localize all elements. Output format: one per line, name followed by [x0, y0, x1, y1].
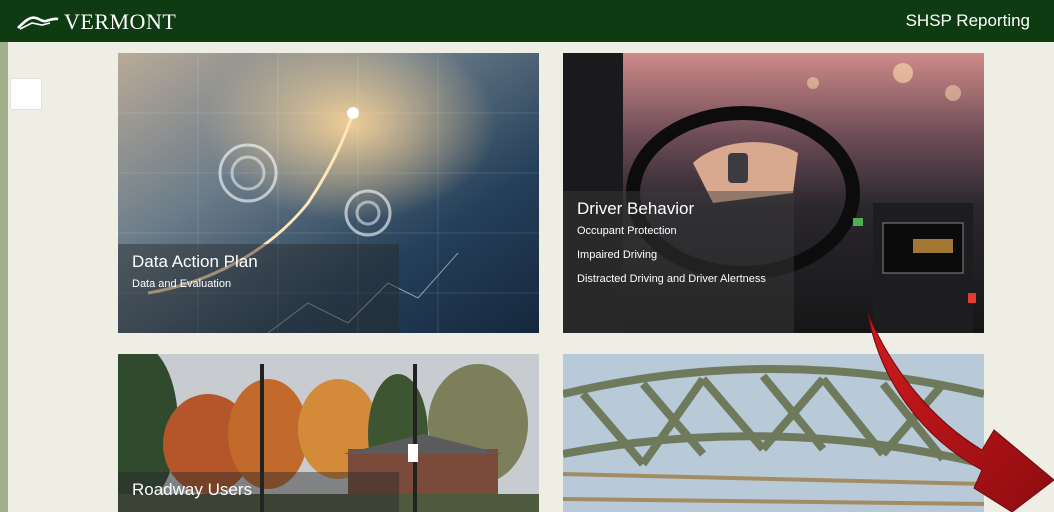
red-arrow-annotation	[867, 313, 1054, 512]
tile-title[interactable]: Data Action Plan	[132, 252, 385, 272]
tile-driver-behavior[interactable]: Driver Behavior Occupant Protection Impa…	[563, 53, 984, 333]
link-impaired-driving[interactable]: Impaired Driving	[577, 249, 780, 261]
tile-title[interactable]: Driver Behavior	[577, 199, 780, 219]
link-distracted-driving[interactable]: Distracted Driving and Driver Alertness	[577, 273, 780, 285]
left-rail	[0, 42, 8, 512]
vermont-mountain-logo-icon	[17, 16, 59, 30]
logo-text: VERMONT	[64, 9, 177, 34]
tile-caption: Driver Behavior Occupant Protection Impa…	[563, 191, 794, 333]
tile-title[interactable]: Roadway Users	[132, 480, 385, 500]
link-data-and-evaluation[interactable]: Data and Evaluation	[132, 278, 385, 290]
app-title: SHSP Reporting	[905, 11, 1030, 30]
vermont-logo[interactable]: VERMONT	[16, 8, 176, 36]
top-header-bar: VERMONT SHSP Reporting	[0, 0, 1054, 42]
tile-roadway-users[interactable]: Roadway Users	[118, 354, 539, 512]
tile-data-action-plan[interactable]: Data Action Plan Data and Evaluation	[118, 53, 539, 333]
link-occupant-protection[interactable]: Occupant Protection	[577, 225, 780, 237]
tile-caption: Roadway Users	[118, 472, 399, 512]
tile-caption: Data Action Plan Data and Evaluation	[118, 244, 399, 333]
sidebar-toggle-button[interactable]	[10, 78, 42, 110]
